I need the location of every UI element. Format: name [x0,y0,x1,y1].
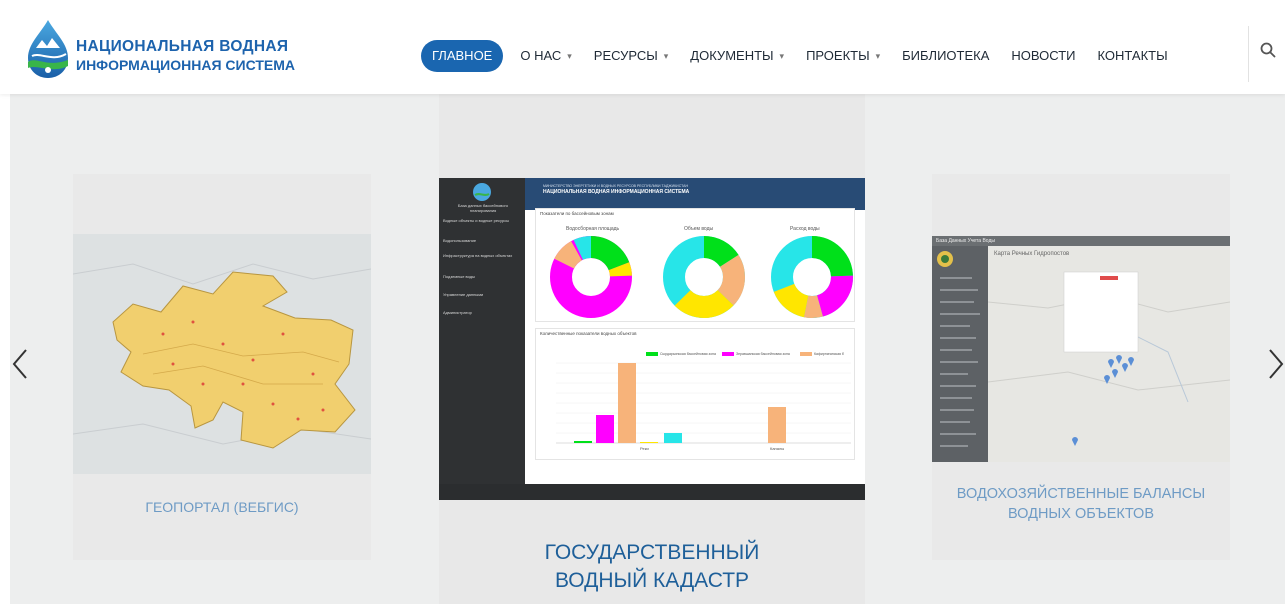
nav-item-label: ДОКУМЕНТЫ [690,48,774,63]
nav-item-news[interactable]: НОВОСТИ [1000,40,1086,72]
water-balance-map-image: База Данных Учета Воды Карта Речных Гидр… [932,236,1230,462]
map-title: Карта Речных Гидропостов [994,251,1070,257]
map-app-header-text: База Данных Учета Воды [936,238,995,244]
nav-item-label: КОНТАКТЫ [1097,48,1168,63]
slide-water-cadastre[interactable]: База данных бассейнового планирования Во… [439,94,865,604]
slide-title: ГЕОПОРТАЛ (ВЕБГИС) [145,499,299,515]
main-nav: ГЛАВНОЕ О НАС ▾ РЕСУРСЫ ▾ ДОКУМЕНТЫ ▾ ПРОЕК… [421,40,1179,72]
slide-title: ГОСУДАРСТВЕННЫЙ ВОДНЫЙ КАДАСТР [439,539,865,595]
dashboard-footer [439,484,865,500]
nav-item-label: БИБЛИОТЕКА [902,48,990,63]
nav-item-label: РЕСУРСЫ [593,48,658,63]
nav-item-resources[interactable]: РЕСУРСЫ ▾ [583,40,680,72]
sidebar-menu-lines [940,277,980,447]
dashboard-header-sub: МИНИСТЕРСТВО ЭНЕРГЕТИКИ И ВОДНЫХ РЕСУРСО… [543,184,688,188]
site-logo[interactable]: НАЦИОНАЛЬНАЯ ВОДНАЯ ИНФОРМАЦИОННАЯ СИСТЕ… [22,18,312,80]
chevron-left-icon [12,349,27,379]
site-header: НАЦИОНАЛЬНАЯ ВОДНАЯ ИНФОРМАЦИОННАЯ СИСТЕ… [0,0,1285,94]
feature-slider: ГЕОПОРТАЛ (ВЕБГИС) База данных бассейнов… [10,94,1285,604]
geoportal-map-image [72,234,372,474]
logo-line-1: НАЦИОНАЛЬНАЯ ВОДНАЯ [76,38,289,55]
slide-water-balance[interactable]: База Данных Учета Воды Карта Речных Гидр… [932,174,1230,560]
slide-title: ВОДОХОЗЯЙСТВЕННЫЕ БАЛАНСЫ ВОДНЫХ ОБЪЕКТО… [932,484,1230,524]
dashboard-sidebar-item: Администратор [443,310,472,315]
nav-item-documents[interactable]: ДОКУМЕНТЫ ▾ [679,40,795,72]
nav-item-about[interactable]: О НАС ▾ [509,40,582,72]
chevron-down-icon: ▾ [875,51,881,61]
nav-item-label: ПРОЕКТЫ [806,48,870,63]
emblem-icon [937,251,953,267]
dashboard-sidebar-item: Управление данными [443,292,484,297]
nav-item-projects[interactable]: ПРОЕКТЫ ▾ [795,40,891,72]
hydro-post-map [988,271,1230,446]
chevron-down-icon: ▾ [567,51,572,61]
slide-title-line-2: ВОДНЫЙ КАДАСТР [554,569,750,592]
map-app-sidebar [932,246,988,462]
dashboard-sidebar-item: Подземные воды [443,274,475,279]
logo-line-2: ИНФОРМАЦИОННАЯ СИСТЕМА [76,57,295,73]
nav-item-label: НОВОСТИ [1011,48,1076,63]
slide-title-line-2: ВОДНЫХ ОБЪЕКТОВ [1007,506,1155,522]
slide-geoportal[interactable]: ГЕОПОРТАЛ (ВЕБГИС) [72,174,372,560]
page: НАЦИОНАЛЬНАЯ ВОДНАЯ ИНФОРМАЦИОННАЯ СИСТЕ… [0,0,1285,604]
slide-title-line-1: ВОДОХОЗЯЙСТВЕННЫЕ БАЛАНСЫ [956,486,1206,502]
nav-item-label: О НАС [520,48,562,63]
search-button[interactable] [1260,42,1282,64]
nav-item-library[interactable]: БИБЛИОТЕКА [891,40,1000,72]
map-app-header: База Данных Учета Воды [932,236,1230,246]
bar-chart [556,352,851,444]
nav-item-home[interactable]: ГЛАВНОЕ [421,40,504,72]
dashboard-sidebar-item: Инфраструктура на водных объектах [443,253,513,258]
water-drop-icon [473,183,491,201]
nav-item-contacts[interactable]: КОНТАКТЫ [1086,40,1178,72]
dashboard-donut-panel: Показатели по бассейновым зонам Водосбор… [535,208,855,322]
search-icon [1260,42,1276,58]
chevron-right-icon [1269,349,1284,379]
search-divider [1248,26,1249,82]
dashboard-header: МИНИСТЕРСТВО ЭНЕРГЕТИКИ И ВОДНЫХ РЕСУРСО… [525,178,865,210]
dashboard-bar-panel: Количественные показатели водных объекто… [535,328,855,460]
nav-item-label: ГЛАВНОЕ [432,48,493,63]
slide-title-line-1: ГОСУДАРСТВЕННЫЙ [544,541,760,564]
dashboard-sidebar-brand: База данных бассейнового планирования [457,203,509,213]
chevron-down-icon: ▾ [779,51,785,61]
dashboard-header-title: НАЦИОНАЛЬНАЯ ВОДНАЯ ИНФОРМАЦИОННАЯ СИСТЕ… [543,189,690,195]
chevron-down-icon: ▾ [663,51,669,61]
dashboard-sidebar-item: Водные объекты и водные ресурсы [443,218,510,223]
donut-charts [550,236,853,318]
cadastre-dashboard-image: База данных бассейнового планирования Во… [439,178,865,500]
water-drop-icon [28,20,68,78]
dashboard-sidebar-item: Водопользование [443,238,477,243]
dashboard-sidebar: База данных бассейнового планирования Во… [439,178,525,500]
slider-next-button[interactable] [1266,344,1285,384]
logo-text: НАЦИОНАЛЬНАЯ ВОДНАЯ ИНФОРМАЦИОННАЯ СИСТЕ… [76,37,295,75]
slider-prev-button[interactable] [8,344,32,384]
